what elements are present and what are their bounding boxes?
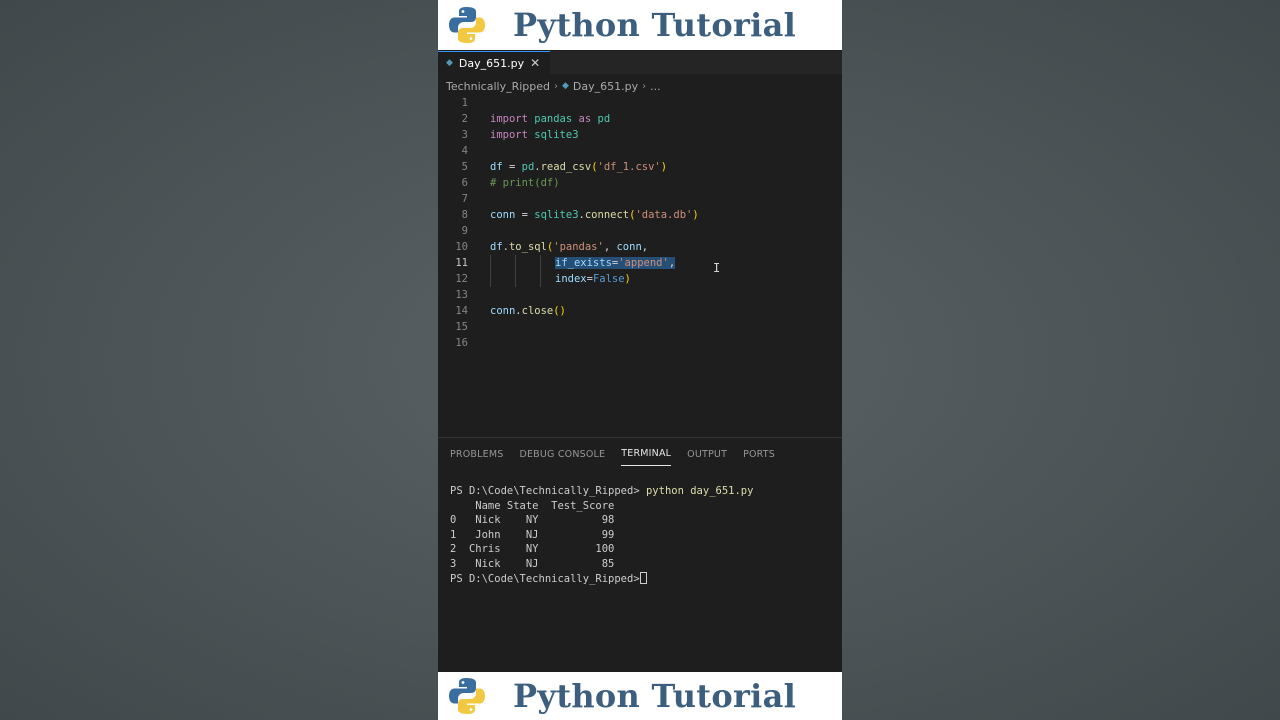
line-number: 13	[455, 289, 468, 301]
code-line: 12 index=False)	[438, 271, 842, 287]
code-text: index=False)	[555, 273, 631, 285]
editor-tab-bar: ◆ Day_651.py ✕	[438, 51, 842, 74]
panel-tabs: PROBLEMS DEBUG CONSOLE TERMINAL OUTPUT P…	[438, 438, 842, 470]
python-file-icon: ◆	[446, 58, 453, 68]
indent-guide	[490, 255, 491, 271]
code-comment: # print(df)	[490, 177, 560, 189]
line-number: 3	[461, 129, 468, 141]
code-line: 5 df = pd.read_csv('df_1.csv')	[438, 159, 842, 175]
tab-debug-console[interactable]: DEBUG CONSOLE	[519, 443, 605, 466]
line-number: 12	[455, 273, 468, 285]
code-line: 8 conn = sqlite3.connect('data.db')	[438, 207, 842, 223]
line-number: 2	[461, 113, 468, 125]
line-number: 1	[461, 97, 468, 109]
tab-label: Day_651.py	[458, 56, 525, 70]
bottom-panel: PROBLEMS DEBUG CONSOLE TERMINAL OUTPUT P…	[438, 437, 842, 672]
tab-terminal[interactable]: TERMINAL	[621, 442, 672, 466]
line-number: 6	[461, 177, 468, 189]
video-frame: Python Tutorial ◆ Day_651.py ✕ Technical…	[438, 0, 842, 720]
terminal-output[interactable]: PS D:\Code\Technically_Ripped> python da…	[450, 484, 753, 586]
code-line: 6 # print(df)	[438, 175, 842, 191]
code-text: df = pd.read_csv('df_1.csv')	[490, 161, 668, 173]
code-text: conn.close()	[490, 305, 566, 317]
breadcrumb-more[interactable]: ...	[650, 80, 661, 93]
indent-guide	[515, 255, 516, 271]
code-line: 3 import sqlite3	[438, 127, 842, 143]
breadcrumb-file[interactable]: Day_651.py	[573, 80, 638, 93]
table-header: Name State Test_Score	[450, 499, 615, 512]
line-number: 8	[461, 209, 468, 221]
code-editor[interactable]: 1 2 import pandas as pd 3 import sqlite3…	[438, 95, 842, 437]
banner-title: Python Tutorial	[513, 6, 797, 44]
chevron-right-icon: ›	[642, 80, 647, 92]
breadcrumb: Technically_Ripped › ◆ Day_651.py › ...	[446, 77, 661, 95]
tab-day-651[interactable]: ◆ Day_651.py ✕	[438, 51, 551, 74]
terminal-caret[interactable]	[639, 571, 647, 584]
line-number: 4	[461, 145, 468, 157]
python-logo-icon	[449, 7, 485, 43]
bottom-banner: Python Tutorial	[438, 672, 842, 720]
text-cursor-icon: I	[713, 261, 721, 275]
line-number: 16	[455, 337, 468, 349]
line-number: 15	[455, 321, 468, 333]
indent-guide	[540, 255, 541, 271]
code-line: 16	[438, 335, 842, 351]
code-line: 4	[438, 143, 842, 159]
line-number: 14	[455, 305, 468, 317]
tab-problems[interactable]: PROBLEMS	[450, 443, 503, 466]
table-row: 1 John NJ 99	[450, 528, 615, 541]
terminal-prompt: PS D:\Code\Technically_Ripped>	[450, 572, 640, 585]
code-line: 10 df.to_sql('pandas', conn,	[438, 239, 842, 255]
chevron-right-icon: ›	[554, 80, 558, 92]
code-line: 7	[438, 191, 842, 207]
tab-ports[interactable]: PORTS	[743, 443, 775, 466]
terminal-command: python day_651.py	[645, 485, 754, 497]
table-row: 3 Nick NJ 85	[450, 557, 615, 570]
breadcrumb-folder[interactable]: Technically_Ripped	[446, 80, 550, 93]
banner-title: Python Tutorial	[513, 677, 797, 715]
python-file-icon: ◆	[562, 81, 569, 91]
indent-guide	[540, 271, 541, 287]
line-number: 5	[461, 161, 468, 173]
code-text: df.to_sql('pandas', conn,	[490, 241, 649, 253]
line-number: 7	[461, 193, 468, 205]
close-icon[interactable]: ✕	[530, 56, 540, 70]
code-line: 14 conn.close()	[438, 303, 842, 319]
code-text: import sqlite3	[490, 129, 579, 141]
code-text: conn = sqlite3.connect('data.db')	[490, 209, 699, 221]
line-number: 11	[455, 257, 468, 269]
code-line: 2 import pandas as pd	[438, 111, 842, 127]
code-line: 9	[438, 223, 842, 239]
code-line: 13	[438, 287, 842, 303]
python-logo-icon	[449, 678, 485, 714]
table-row: 2 Chris NY 100	[450, 543, 615, 556]
terminal-prompt: PS D:\Code\Technically_Ripped>	[450, 485, 640, 497]
line-number: 10	[455, 241, 468, 253]
indent-guide	[490, 271, 491, 287]
tab-output[interactable]: OUTPUT	[687, 443, 727, 466]
top-banner: Python Tutorial	[438, 0, 842, 50]
code-text-selected: if_exists='append',	[555, 257, 676, 269]
indent-guide	[515, 271, 516, 287]
line-number: 9	[461, 225, 468, 237]
table-row: 0 Nick NY 98	[450, 514, 615, 527]
code-text: import pandas as pd	[490, 113, 611, 125]
code-line: 1	[438, 95, 842, 111]
code-line: 15	[438, 319, 842, 335]
code-line-active: 11 if_exists='append',	[438, 255, 842, 271]
